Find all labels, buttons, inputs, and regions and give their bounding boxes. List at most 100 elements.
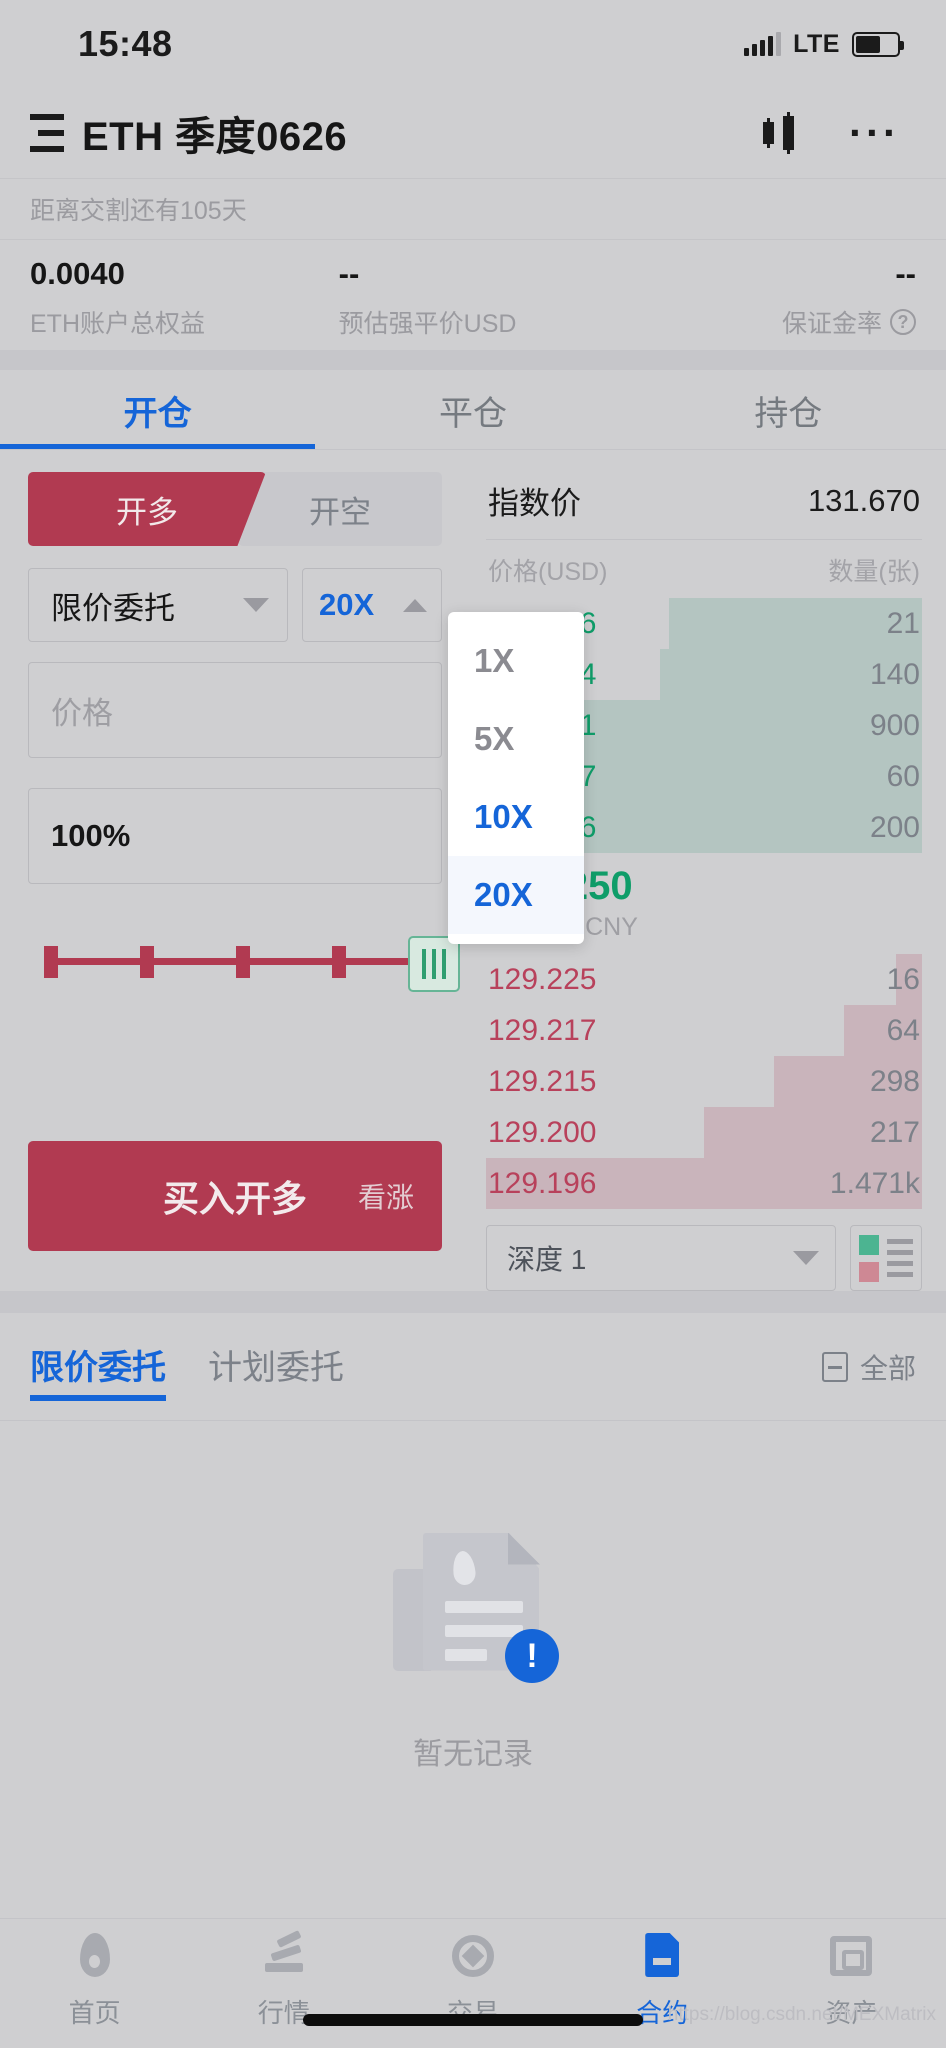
- submit-order-button[interactable]: 买入开多 看涨: [28, 1141, 442, 1251]
- index-price-value: 131.670: [807, 482, 920, 518]
- orderbook-bid-row[interactable]: 129.217 64: [486, 1005, 922, 1056]
- orderbook-bid-row[interactable]: 129.215 298: [486, 1056, 922, 1107]
- direction-toggle: 开多 开空: [28, 472, 442, 546]
- contract-icon: [639, 1933, 685, 1979]
- submit-sublabel: 看涨: [357, 1182, 414, 1213]
- submit-label: 买入开多: [162, 1178, 307, 1219]
- depth-select[interactable]: 深度 1: [486, 1225, 836, 1291]
- account-summary: 0.0040 ETH账户总权益 -- 预估强平价USD -- 保证金率 ?: [0, 240, 946, 350]
- more-options-icon[interactable]: ···: [849, 112, 900, 154]
- leverage-select[interactable]: 20X: [302, 568, 442, 642]
- amount-input[interactable]: 100%: [28, 788, 442, 884]
- slider-thumb[interactable]: [408, 936, 460, 992]
- slider-tick-50[interactable]: [236, 946, 250, 978]
- tab-close-position[interactable]: 平仓: [315, 370, 630, 450]
- nav-item-home[interactable]: 首页: [0, 1933, 189, 2030]
- app-screen: 15:48 LTE ETH 季度0626 ··· 距离交割还有105天 0.00…: [0, 0, 946, 2048]
- orderbook-layout-icon[interactable]: [850, 1225, 922, 1291]
- tab-plan-orders[interactable]: 计划委托: [208, 1313, 344, 1421]
- amount-value: 100%: [51, 818, 131, 853]
- index-price-row: 指数价 131.670: [486, 472, 922, 539]
- home-indicator[interactable]: [303, 2014, 643, 2026]
- summary-liquidation: -- 预估强平价USD: [319, 256, 628, 340]
- order-type-select[interactable]: 限价委托: [28, 568, 288, 642]
- leverage-option-5x[interactable]: 5X: [448, 700, 584, 778]
- ask-qty: 200: [869, 810, 920, 844]
- tab-open-position[interactable]: 开仓: [0, 370, 316, 450]
- tab-holdings[interactable]: 持仓: [631, 370, 946, 450]
- price-input[interactable]: 价格: [28, 662, 442, 758]
- nav-label-market: 行情: [257, 1998, 310, 2028]
- orders-empty-text: 暂无记录: [413, 1737, 533, 1771]
- orders-filter-label: 全部: [859, 1353, 916, 1384]
- chevron-up-icon: [403, 598, 427, 612]
- leverage-option-20x[interactable]: 20X: [448, 856, 584, 934]
- slider-tick-25[interactable]: [140, 946, 154, 978]
- orders-filter[interactable]: 全部: [821, 1347, 916, 1387]
- margin-rate-value: --: [895, 256, 917, 291]
- battery-icon: [852, 31, 904, 57]
- index-price-label: 指数价: [488, 486, 581, 521]
- amount-slider[interactable]: [36, 926, 460, 996]
- slider-tick-0[interactable]: [44, 946, 58, 978]
- no-records-icon: !: [393, 1527, 559, 1687]
- bid-price: 129.200: [488, 1115, 597, 1149]
- order-type-row: 限价委托 20X: [28, 568, 442, 642]
- bid-price: 129.196: [488, 1166, 597, 1200]
- open-long-button[interactable]: 开多: [28, 472, 266, 546]
- status-indicators: LTE: [744, 30, 904, 59]
- tab-limit-orders[interactable]: 限价委托: [30, 1313, 166, 1421]
- orders-section: 限价委托 计划委托 全部 ! 暂无记录: [0, 1313, 946, 1918]
- bid-price: 129.215: [488, 1064, 597, 1098]
- ask-qty: 21: [886, 606, 920, 640]
- orders-empty-state: ! 暂无记录: [0, 1421, 946, 1918]
- margin-rate-label: 保证金率 ?: [782, 304, 917, 340]
- margin-rate-text: 保证金率: [782, 310, 883, 338]
- orderbook-header: 价格(USD) 数量(张): [486, 539, 922, 598]
- ask-qty: 140: [869, 657, 920, 691]
- chevron-down-icon: [243, 598, 269, 612]
- orderbook-bid-row[interactable]: 129.200 217: [486, 1107, 922, 1158]
- nav-label-home: 首页: [68, 1998, 121, 2028]
- leverage-dropdown-menu[interactable]: 1X 5X 10X 20X: [448, 612, 584, 944]
- bid-qty: 16: [886, 962, 920, 996]
- filter-icon: [821, 1352, 848, 1382]
- summary-equity: 0.0040 ETH账户总权益: [30, 256, 319, 340]
- order-type-value: 限价委托: [51, 590, 175, 626]
- status-bar: 15:48 LTE: [0, 0, 946, 88]
- leverage-value: 20X: [319, 587, 375, 622]
- bid-price: 129.225: [488, 962, 597, 996]
- candlestick-icon[interactable]: [761, 112, 805, 154]
- chevron-down-icon: [793, 1251, 819, 1265]
- depth-value: 深度 1: [507, 1244, 587, 1275]
- page-header: ETH 季度0626 ···: [0, 88, 946, 178]
- leverage-option-10x[interactable]: 10X: [448, 778, 584, 856]
- question-mark-icon[interactable]: ?: [890, 309, 917, 335]
- depth-controls: 深度 1: [486, 1225, 922, 1291]
- header-actions: ···: [761, 112, 906, 154]
- watermark-text: https://blog.csdn.net/MEXMatrix: [667, 2004, 936, 2025]
- header-left[interactable]: ETH 季度0626: [30, 104, 347, 162]
- bid-qty: 64: [886, 1013, 920, 1047]
- slider-tick-75[interactable]: [332, 946, 346, 978]
- open-short-button[interactable]: 开空: [238, 472, 442, 546]
- section-divider: [0, 350, 946, 370]
- orderbook-bid-row[interactable]: 129.225 16: [486, 954, 922, 1005]
- leverage-option-1x[interactable]: 1X: [448, 622, 584, 700]
- bid-qty: 217: [869, 1115, 920, 1149]
- bottom-navigation: 首页 行情 交易 合约 资产: [0, 1918, 946, 2048]
- page-title[interactable]: ETH 季度0626: [82, 104, 347, 162]
- delivery-countdown: 距离交割还有105天: [0, 178, 946, 240]
- alert-badge-icon: !: [505, 1628, 559, 1683]
- ask-qty: 60: [886, 759, 920, 793]
- orderbook-bid-row[interactable]: 129.196 1.471k: [486, 1158, 922, 1209]
- summary-margin-rate: -- 保证金率 ?: [627, 256, 917, 340]
- liquidation-value: --: [338, 256, 360, 291]
- bid-qty: 1.471k: [829, 1166, 920, 1200]
- liquidation-label: 预估强平价USD: [338, 310, 517, 338]
- orderbook-col-price: 价格(USD): [488, 558, 608, 586]
- market-chart-icon: [261, 1930, 307, 1979]
- orderbook-col-qty: 数量(张): [828, 558, 920, 586]
- trade-swap-icon: [450, 1933, 496, 1979]
- trade-body: 开多 开空 限价委托 20X 价格 100% 买入开多 看涨 指数价 131.6…: [0, 450, 946, 1291]
